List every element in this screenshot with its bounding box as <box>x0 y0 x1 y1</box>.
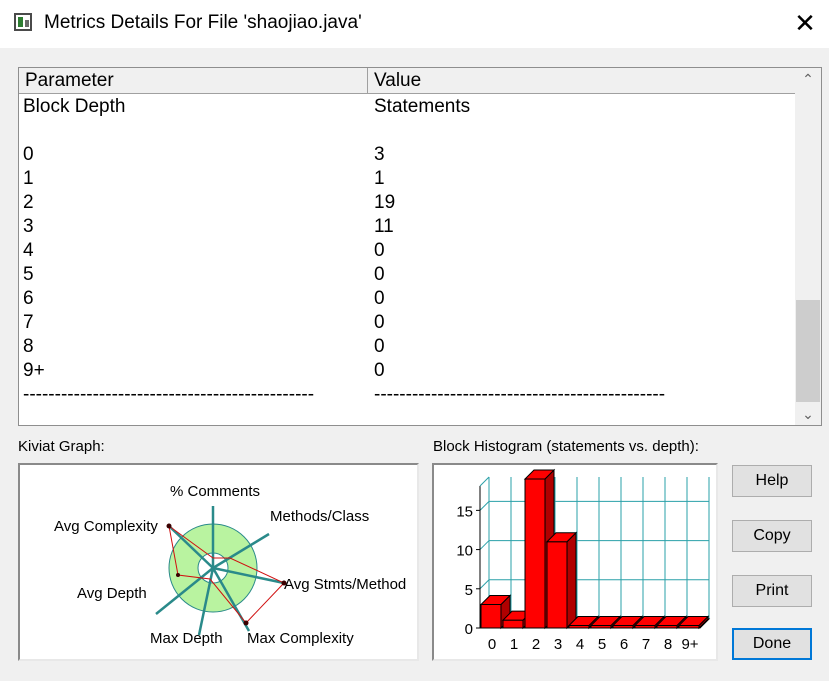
histogram-x-tick-label: 8 <box>664 636 672 653</box>
block-histogram: 0 5 10 15 0 1 2 3 4 5 6 7 8 9+ <box>432 463 718 661</box>
parameter-cell: 4 <box>23 240 34 261</box>
value-cell: 0 <box>374 336 385 357</box>
table-row[interactable]: 11 <box>19 167 796 191</box>
histogram-y-tick-label: 10 <box>456 543 473 560</box>
kiviat-axis-label: Methods/Class <box>270 508 369 525</box>
table-row[interactable]: 40 <box>19 239 796 263</box>
kiviat-axis-label: Max Complexity <box>247 630 354 647</box>
value-cell: 11 <box>374 216 394 237</box>
kiviat-graph-label: Kiviat Graph: <box>18 438 105 455</box>
parameter-cell: 9+ <box>23 360 45 381</box>
histogram-x-tick-label: 7 <box>642 636 650 653</box>
done-button[interactable]: Done <box>732 628 812 660</box>
parameter-cell: 5 <box>23 264 34 285</box>
kiviat-svg: % Comments Methods/Class Avg Stmts/Metho… <box>54 483 406 647</box>
histogram-x-tick-label: 5 <box>598 636 606 653</box>
kiviat-graph: % Comments Methods/Class Avg Stmts/Metho… <box>18 463 419 661</box>
histogram-grid <box>479 477 710 629</box>
value-cell: 0 <box>374 360 385 381</box>
table-row[interactable]: 03 <box>19 143 796 167</box>
histogram-x-tick-label: 3 <box>554 636 562 653</box>
column-header-parameter[interactable]: Parameter <box>19 68 368 94</box>
scroll-up-icon[interactable]: ⌃ <box>795 68 821 90</box>
kiviat-axis-label: Avg Depth <box>77 585 147 602</box>
value-cell: 0 <box>374 240 385 261</box>
list-body: Block Depth Statements 0 3 1 1 2 19 3 11 4 0 5 0 6 0 7 0 8… <box>19 95 796 407</box>
value-cell: 0 <box>374 288 385 309</box>
table-row[interactable]: 3 11 <box>19 215 796 239</box>
kiviat-axis-label: Avg Complexity <box>54 518 158 535</box>
title-bar: Metrics Details For File 'shaojiao.java'… <box>0 0 829 48</box>
histogram-y-tick-label: 15 <box>456 503 473 520</box>
table-row[interactable]: 9+ 0 <box>19 359 796 383</box>
scroll-thumb[interactable] <box>796 300 820 402</box>
value-cell: Statements <box>374 96 471 117</box>
value-cell: 0 <box>374 264 385 285</box>
histogram-x-tick-label: 4 <box>576 636 584 653</box>
vertical-scrollbar[interactable]: ⌃ ⌄ <box>795 68 821 425</box>
list-header: Parameter Value <box>19 68 796 94</box>
parameter-cell: 1 <box>23 168 34 189</box>
table-row[interactable]: 2 19 <box>19 191 796 215</box>
histogram-y-tick-label: 5 <box>465 582 473 599</box>
block-histogram-label: Block Histogram (statements vs. depth): <box>433 438 699 455</box>
value-cell: 19 <box>374 192 396 213</box>
close-button[interactable]: ✕ <box>781 0 829 48</box>
parameter-cell: ----------------------------------------… <box>23 384 315 405</box>
histogram-y-tick-label: 0 <box>465 621 473 638</box>
window-title: Metrics Details For File 'shaojiao.java' <box>44 12 362 33</box>
table-row[interactable]: ----------------------------------------… <box>19 383 796 407</box>
parameter-cell: 7 <box>23 312 34 333</box>
parameter-cell: 6 <box>23 288 34 309</box>
kiviat-axis-label: % Comments <box>170 483 260 500</box>
histogram-x-tick-label: 9+ <box>681 636 698 653</box>
histogram-x-tick-label: 6 <box>620 636 628 653</box>
table-row[interactable]: 60 <box>19 287 796 311</box>
help-button[interactable]: Help <box>732 465 812 497</box>
value-cell: 3 <box>374 144 385 165</box>
parameter-cell: Block Depth <box>23 96 126 117</box>
parameter-cell: 0 <box>23 144 34 165</box>
kiviat-axis-label: Max Depth <box>150 630 223 647</box>
parameter-cell: 8 <box>23 336 34 357</box>
parameter-cell: 3 <box>23 216 34 237</box>
kiviat-axis-label: Avg Stmts/Method <box>284 576 406 593</box>
histogram-x-tick-label: 0 <box>488 636 496 653</box>
app-icon <box>14 13 32 31</box>
print-button[interactable]: Print <box>732 575 812 607</box>
histogram-bar <box>545 531 578 630</box>
histogram-x-tick-label: 2 <box>532 636 540 653</box>
column-header-value[interactable]: Value <box>368 68 796 94</box>
copy-button[interactable]: Copy <box>732 520 812 552</box>
value-cell: 1 <box>374 168 385 189</box>
value-cell: 0 <box>374 312 385 333</box>
value-cell: ----------------------------------------… <box>374 384 666 405</box>
histogram-svg: 0510150 1 2 3 4 5 6 7 8 9+ <box>456 468 711 653</box>
table-row[interactable] <box>19 119 796 143</box>
table-row[interactable]: 50 <box>19 263 796 287</box>
table-row[interactable]: 80 <box>19 335 796 359</box>
metrics-list[interactable]: Parameter Value Block Depth Statements 0 3 1… <box>18 67 822 426</box>
histogram-x-tick-label: 1 <box>510 636 518 653</box>
parameter-cell: 2 <box>23 192 34 213</box>
table-row[interactable]: 70 <box>19 311 796 335</box>
scroll-down-icon[interactable]: ⌄ <box>795 403 821 425</box>
table-row[interactable]: Block Depth Statements <box>19 95 796 119</box>
